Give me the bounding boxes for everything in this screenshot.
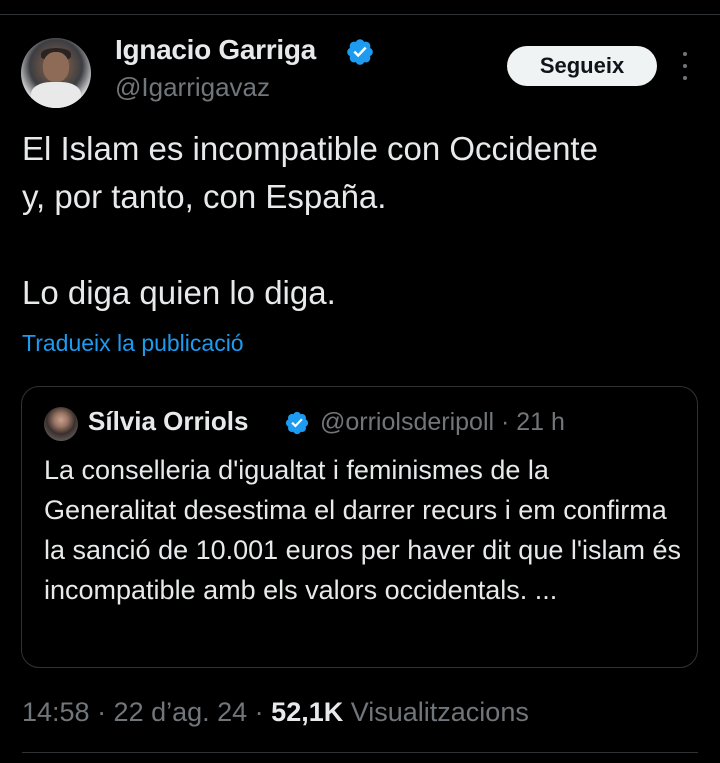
avatar-body bbox=[31, 82, 81, 108]
author-avatar[interactable] bbox=[21, 38, 91, 108]
tweet-timestamp[interactable]: 14:58 · 22 d’ag. 24 · bbox=[22, 697, 271, 727]
author-handle[interactable]: @Igarrigavaz bbox=[115, 72, 270, 103]
bottom-divider bbox=[22, 752, 698, 753]
translate-link[interactable]: Tradueix la publicació bbox=[22, 330, 244, 357]
more-dot bbox=[683, 76, 687, 80]
tweet-text: El Islam es incompatible con Occidente y… bbox=[22, 130, 598, 311]
verified-badge-icon bbox=[347, 39, 373, 65]
quoted-author-avatar bbox=[44, 407, 78, 441]
more-dot bbox=[683, 64, 687, 68]
quoted-verified-badge-icon bbox=[285, 411, 309, 435]
top-divider bbox=[0, 14, 720, 15]
more-dot bbox=[683, 52, 687, 56]
follow-button[interactable]: Segueix bbox=[507, 46, 657, 86]
views-label: Visualitzacions bbox=[343, 697, 529, 727]
author-name[interactable]: Ignacio Garriga bbox=[115, 34, 316, 66]
quoted-author-name: Sílvia Orriols bbox=[88, 406, 249, 436]
more-options-icon[interactable] bbox=[678, 52, 692, 80]
quoted-tweet-text: La conselleria d'igualtat i feminismes d… bbox=[44, 455, 682, 605]
views-count: 52,1K bbox=[271, 697, 344, 727]
tweet-metadata: 14:58 · 22 d’ag. 24 · 52,1K Visualitzaci… bbox=[22, 697, 529, 728]
avatar-face bbox=[43, 52, 69, 82]
quoted-handle-time: @orriolsderipoll · 21 h bbox=[320, 408, 565, 436]
